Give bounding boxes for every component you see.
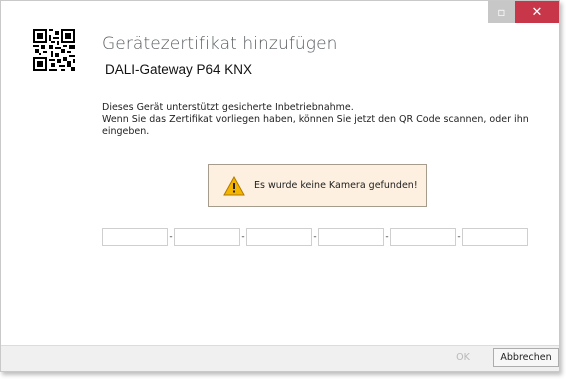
warning-text: Es wurde keine Kamera gefunden! — [254, 180, 418, 191]
code-field-6[interactable] — [462, 228, 528, 246]
camera-warning-box: Es wurde keine Kamera gefunden! — [208, 164, 427, 207]
qr-code-icon — [33, 29, 75, 71]
code-field-2[interactable] — [174, 228, 240, 246]
description-text: Dieses Gerät unterstützt gesicherte Inbe… — [102, 102, 542, 138]
code-field-3[interactable] — [246, 228, 312, 246]
dialog-footer: OK Abbrechen — [1, 345, 559, 371]
certificate-dialog: ▫ ✕ Gerätezertifikat hinzufügen DALI-Gat… — [0, 0, 560, 372]
cancel-button[interactable]: Abbrechen — [493, 348, 559, 367]
code-field-4[interactable] — [318, 228, 384, 246]
window-controls: ▫ ✕ — [488, 1, 559, 23]
warning-triangle-icon — [223, 175, 245, 195]
dialog-title: Gerätezertifikat hinzufügen — [102, 34, 338, 54]
description-line-2: Wenn Sie das Zertifikat vorliegen haben,… — [102, 114, 529, 137]
code-field-1[interactable] — [102, 228, 168, 246]
device-name: DALI-Gateway P64 KNX — [105, 62, 253, 77]
ok-button[interactable]: OK — [446, 348, 480, 367]
close-button[interactable]: ✕ — [515, 1, 559, 23]
minimize-button[interactable]: ▫ — [488, 1, 515, 23]
code-field-5[interactable] — [390, 228, 456, 246]
certificate-code-inputs: - - - - - — [102, 228, 528, 246]
description-line-1: Dieses Gerät unterstützt gesicherte Inbe… — [102, 102, 354, 113]
